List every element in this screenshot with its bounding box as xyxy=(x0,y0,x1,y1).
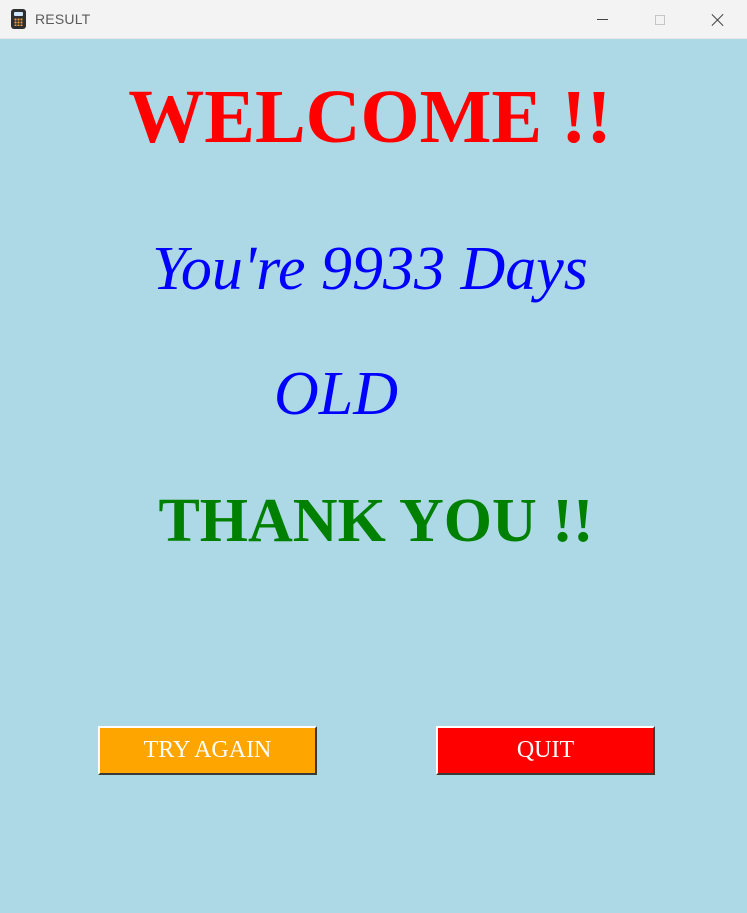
window-title: RESULT xyxy=(35,11,91,27)
thank-you-heading: THANK YOU !! xyxy=(158,487,594,555)
close-button[interactable] xyxy=(689,0,747,39)
minimize-button[interactable] xyxy=(573,0,631,39)
welcome-heading: WELCOME !! xyxy=(128,75,612,159)
result-window: RESULT WELCOME !! You're 9933 Days OLD T… xyxy=(0,0,747,913)
calculator-icon xyxy=(11,9,26,29)
minimize-icon xyxy=(596,19,608,20)
try-again-button[interactable]: TRY AGAIN xyxy=(98,726,317,775)
old-text: OLD xyxy=(273,360,399,428)
maximize-icon xyxy=(655,14,665,25)
days-old-text: You're 9933 Days xyxy=(152,235,588,303)
title-bar[interactable]: RESULT xyxy=(0,0,747,39)
close-icon xyxy=(711,13,725,27)
quit-button[interactable]: QUIT xyxy=(436,726,655,775)
maximize-button[interactable] xyxy=(631,0,689,39)
